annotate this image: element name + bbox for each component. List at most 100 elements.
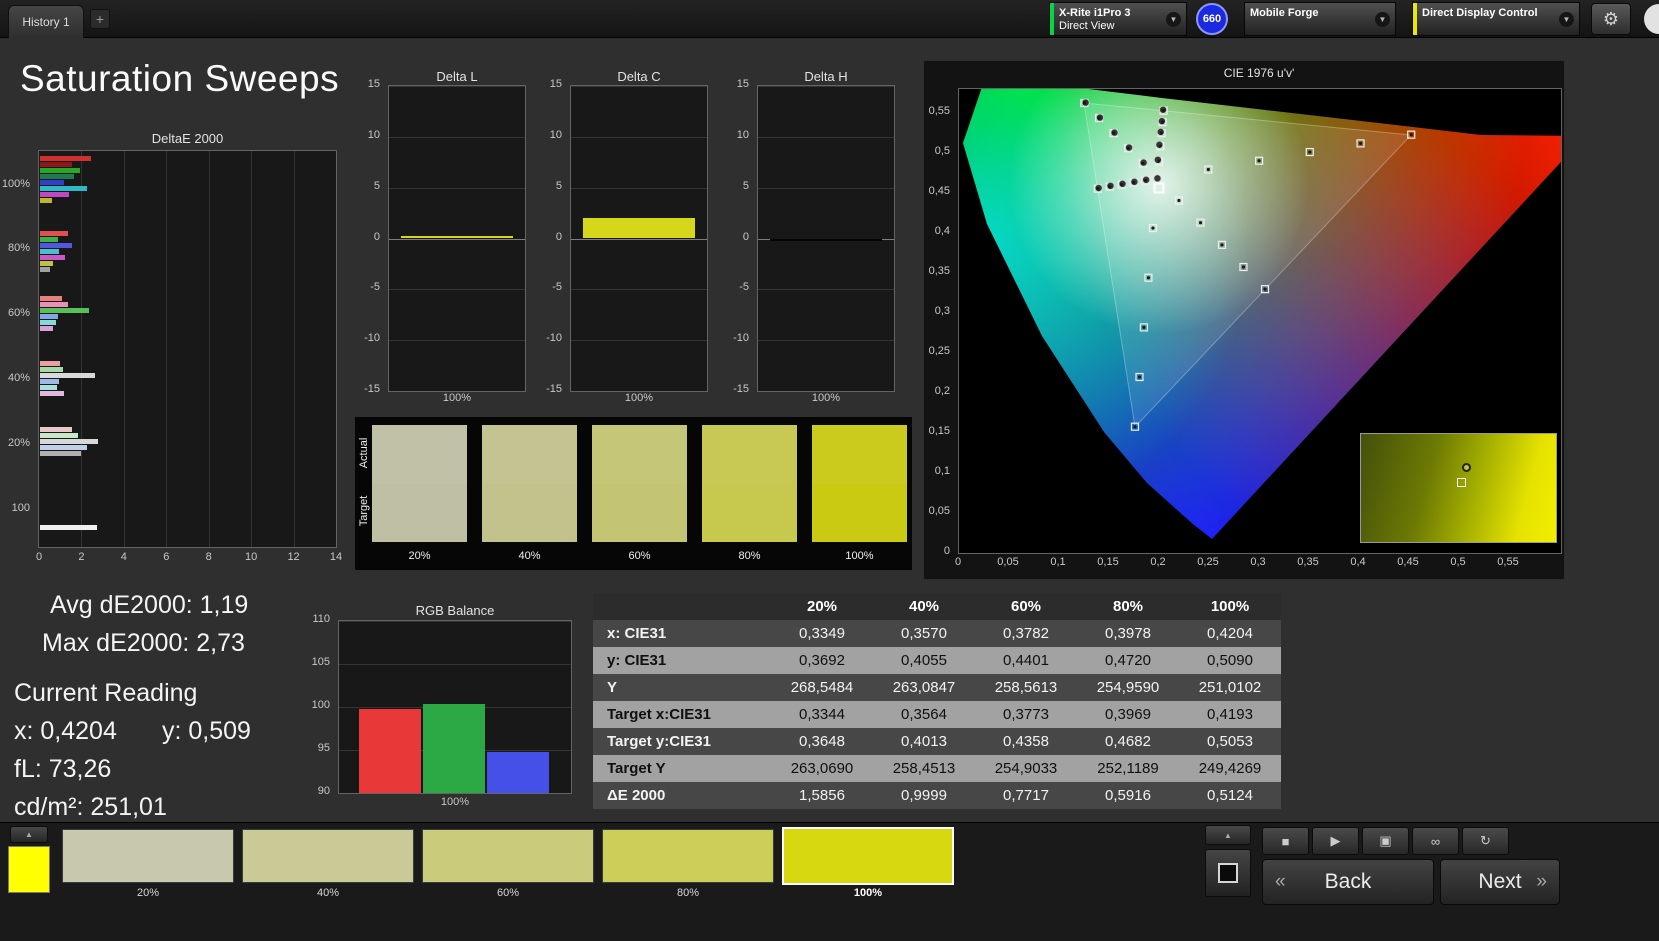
rgb-tick-label: 110	[312, 613, 330, 625]
table-header-row: 20% 40% 60% 80% 100%	[593, 593, 1281, 620]
transport-controls: ■ ▶ ▣ ∞ ↻	[1262, 827, 1514, 855]
source-dropdown[interactable]: Mobile Forge ▼	[1244, 2, 1396, 36]
deltae-gridline	[208, 151, 210, 547]
deltae-bar	[40, 192, 69, 197]
target-patch	[372, 483, 467, 542]
cie-y-label: 0,2	[934, 385, 950, 397]
chevron-down-icon[interactable]: ▼	[1559, 11, 1574, 27]
table-cell: 249,4269	[1198, 760, 1262, 777]
display-control-dropdown[interactable]: Direct Display Control ▼	[1412, 2, 1580, 36]
cie-measurement-marker	[1153, 155, 1162, 164]
meter-id-badge[interactable]: 660	[1196, 3, 1228, 35]
delta-tick-label: -10	[364, 332, 380, 345]
deltae-bar	[40, 308, 89, 313]
rgb-gridline	[339, 664, 571, 665]
table-row-label: Target x:CIE31	[607, 706, 711, 723]
delta-gridline	[758, 340, 894, 342]
current-x: x: 0,4204	[14, 717, 117, 745]
measurement-table: 20% 40% 60% 80% 100% x: CIE31 0,3349 0,3570 0,3…	[593, 593, 1281, 809]
table-cell: 0,4358	[1003, 733, 1049, 750]
corner-profile-button[interactable]	[1644, 4, 1659, 34]
table-cell: 254,9590	[1096, 679, 1160, 696]
deltae-y-label: 100%	[1, 178, 30, 190]
pattern-window-button[interactable]	[1205, 849, 1251, 897]
bottom-saturation-patch[interactable]	[62, 829, 234, 883]
delta-tick-label: -5	[552, 281, 562, 294]
chevron-down-icon[interactable]: ▼	[1166, 11, 1181, 27]
delta-gridline	[571, 340, 707, 342]
table-cell: 1,5856	[799, 787, 845, 804]
table-cell: 0,3692	[799, 652, 845, 669]
cie-target-dot	[1206, 167, 1210, 172]
cie-measurement-marker	[1106, 181, 1115, 190]
deltae-bar	[40, 451, 82, 456]
back-button[interactable]: « Back	[1262, 859, 1434, 905]
cie-measurement-marker	[1110, 128, 1119, 137]
pattern-button[interactable]: ▣	[1362, 827, 1409, 855]
patch-level-label: 40%	[518, 550, 541, 562]
deltae-x-label: 12	[287, 551, 300, 563]
saturation-patch	[372, 425, 467, 542]
cie-y-label: 0,25	[928, 345, 950, 357]
cie-measurement-marker	[1130, 177, 1139, 186]
cie-target-dot	[1257, 159, 1261, 163]
refresh-button[interactable]: ↻	[1462, 827, 1509, 855]
deltae-x-label: 0	[35, 551, 43, 563]
tab-history-1[interactable]: History 1	[8, 5, 84, 38]
delta-tick-label: 5	[742, 179, 749, 192]
deltae-bar	[40, 361, 61, 366]
bottom-patch-label: 20%	[136, 887, 160, 899]
actual-patch	[592, 425, 687, 484]
deltae-chart	[38, 150, 337, 548]
table-row-label: Target Y	[607, 760, 666, 777]
next-label: Next	[1478, 870, 1522, 893]
table-cell: 252,1189	[1097, 760, 1159, 777]
cie-y-label: 0,3	[934, 305, 950, 317]
cie-y-label: 0,15	[928, 425, 950, 437]
table-cell: 0,4682	[1105, 733, 1151, 750]
actual-patch	[482, 425, 577, 484]
deltae-bar	[40, 302, 68, 307]
deltae-y-label: 40%	[7, 372, 30, 384]
table-cell: 0,4401	[1003, 652, 1049, 669]
deltae-bar	[40, 255, 66, 260]
delta-tick-label: 5	[373, 179, 380, 192]
inset-target-marker	[1456, 478, 1466, 488]
next-button[interactable]: Next »	[1440, 859, 1560, 905]
cie-target-dot	[1220, 243, 1224, 247]
stop-button[interactable]: ■	[1262, 827, 1309, 855]
cie-x-label: 0	[954, 556, 962, 568]
bottom-saturation-patch[interactable]	[602, 829, 774, 883]
chevron-down-icon[interactable]: ▼	[1375, 11, 1390, 27]
deltae-x-label: 4	[120, 551, 127, 563]
table-col-header: 100%	[1179, 593, 1281, 620]
rgb-bar-red	[359, 708, 421, 793]
delta-gridline	[571, 289, 707, 291]
source-dropdown-text: Mobile Forge	[1245, 3, 1375, 35]
current-fl: fL: 73,26	[14, 755, 112, 783]
source-name: Mobile Forge	[1250, 7, 1319, 19]
bottom-saturation-patch[interactable]	[242, 829, 414, 883]
settings-button[interactable]: ⚙	[1591, 3, 1631, 35]
deltae-bar	[40, 427, 72, 432]
cie-y-label: 0,05	[928, 505, 950, 517]
meter-dropdown[interactable]: X-Rite i1Pro 3 Direct View ▼	[1049, 2, 1187, 36]
deltae-x-label: 8	[205, 551, 212, 563]
bottom-saturation-patch[interactable]	[782, 827, 954, 885]
play-button[interactable]: ▶	[1312, 827, 1359, 855]
cie-y-label: 0,1	[934, 465, 950, 477]
bottom-saturation-patch[interactable]	[422, 829, 594, 883]
table-cell: 0,5916	[1105, 787, 1151, 804]
expand-right-button[interactable]: ▲	[1205, 825, 1251, 845]
table-row: y: CIE31 0,3692 0,4055 0,4401 0,4720 0,5090	[593, 647, 1281, 674]
delta-tick-label: 0	[373, 230, 380, 243]
cie-x-label: 0,4	[1350, 556, 1366, 568]
bottom-bar: ▲ 20% 40% 60% 80% 100% ▲ ■ ▶ ▣ ∞ ↻ « Back Next »	[0, 822, 1659, 941]
cie-zoom-inset	[1360, 433, 1557, 543]
continuous-button[interactable]: ∞	[1412, 827, 1459, 855]
deltae-bar	[40, 367, 64, 372]
cie-target-dot	[1308, 150, 1312, 154]
cie-target-dot	[1198, 221, 1203, 225]
saturation-patch	[592, 425, 687, 542]
add-tab-button[interactable]: +	[90, 9, 110, 29]
